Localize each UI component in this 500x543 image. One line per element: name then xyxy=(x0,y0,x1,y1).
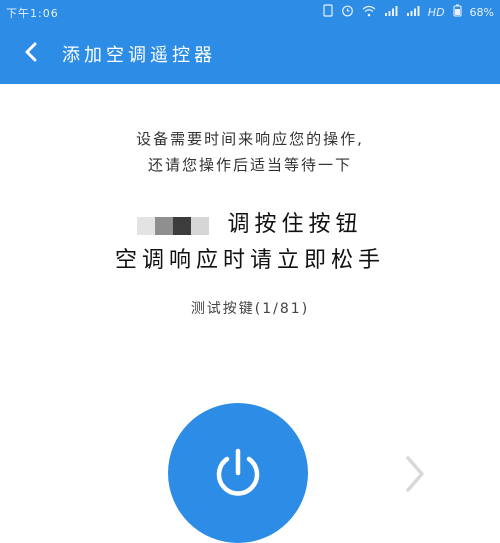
instruction-line-1: 设备需要时间来响应您的操作, xyxy=(136,130,364,148)
page-title: 添加空调遥控器 xyxy=(62,45,216,66)
power-icon xyxy=(216,448,260,496)
next-button[interactable] xyxy=(400,452,430,496)
status-bar: 下午1:06 HD 68% xyxy=(0,0,500,24)
battery-icon xyxy=(452,4,462,20)
prompt-line-1: 调按住按钮 xyxy=(0,206,500,238)
status-time: 下午1:06 xyxy=(6,7,59,20)
alarm-icon xyxy=(341,4,354,20)
signal-icon xyxy=(384,5,398,20)
battery-level: 68% xyxy=(469,5,494,19)
prompt-line-2: 空调响应时请立即松手 xyxy=(114,248,385,273)
wifi-icon xyxy=(362,5,376,20)
prompt-line-1-text: 调按住按钮 xyxy=(227,212,363,237)
signal-icon xyxy=(406,5,420,20)
sim-icon xyxy=(323,4,333,20)
instruction-line-2: 还请您操作后适当等待一下 xyxy=(147,156,352,174)
network-type: HD xyxy=(427,5,445,19)
status-icons: HD 68% xyxy=(323,4,494,20)
redacted-block xyxy=(137,213,210,238)
test-counter: 测试按键(1/81) xyxy=(190,301,310,317)
back-button[interactable] xyxy=(18,38,46,66)
chevron-right-icon xyxy=(406,456,424,492)
app-bar: 添加空调遥控器 xyxy=(0,24,500,84)
chevron-left-icon xyxy=(25,42,37,62)
power-button[interactable] xyxy=(168,403,308,543)
